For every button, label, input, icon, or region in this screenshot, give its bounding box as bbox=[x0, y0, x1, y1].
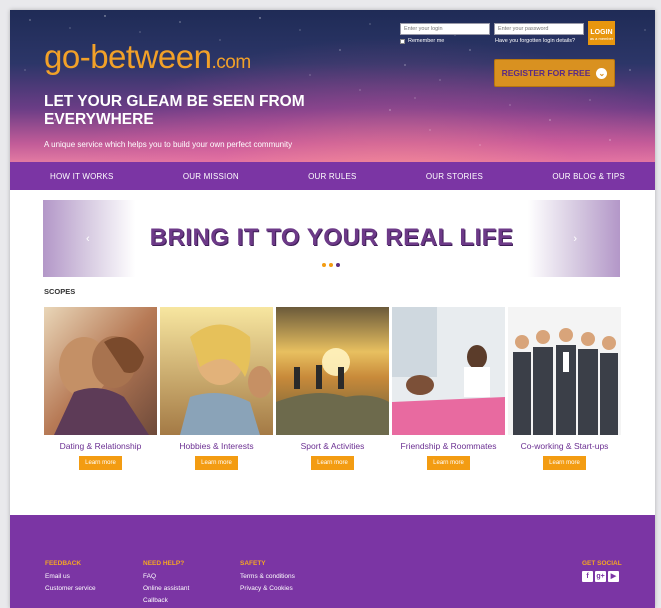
register-label: REGISTER FOR FREE bbox=[501, 68, 591, 78]
chevron-down-icon: ⌄ bbox=[596, 67, 608, 79]
slider-dots bbox=[322, 263, 340, 267]
nav-our-stories[interactable]: OUR STORIES bbox=[426, 172, 483, 181]
scope-label: Hobbies & Interests bbox=[179, 441, 254, 451]
login-input[interactable] bbox=[400, 23, 490, 35]
login-button[interactable]: LOGIN as a member bbox=[588, 21, 615, 45]
facebook-icon[interactable]: f bbox=[582, 571, 593, 582]
youtube-icon[interactable]: ▶ bbox=[608, 571, 619, 582]
nav-our-rules[interactable]: OUR RULES bbox=[308, 172, 356, 181]
banner-next-arrow[interactable]: › bbox=[573, 233, 577, 245]
register-button[interactable]: REGISTER FOR FREE ⌄ bbox=[494, 59, 615, 87]
footer-heading: NEED HELP? bbox=[143, 560, 185, 567]
footer-heading: SAFETY bbox=[240, 560, 266, 567]
footer-heading: FEEDBACK bbox=[45, 560, 82, 567]
main-nav: HOW IT WORKS OUR MISSION OUR RULES OUR S… bbox=[10, 162, 655, 190]
scope-card-friendship: Friendship & Roommates Learn more bbox=[392, 307, 505, 472]
scope-card-sport: Sport & Activities Learn more bbox=[276, 307, 389, 472]
remember-me-checkbox[interactable] bbox=[400, 38, 405, 44]
footer-link-privacy[interactable]: Privacy & Cookies bbox=[240, 583, 295, 595]
scope-label: Sport & Activities bbox=[300, 441, 365, 451]
slider-dot[interactable] bbox=[322, 263, 326, 267]
footer-help: NEED HELP? FAQ Online assistant Callback bbox=[143, 560, 189, 607]
footer-link-callback[interactable]: Callback bbox=[143, 595, 189, 607]
dating-photo[interactable] bbox=[44, 307, 157, 435]
friendship-photo[interactable] bbox=[392, 307, 505, 435]
hero-header: go-between.com Remember me Have you forg… bbox=[10, 10, 655, 162]
footer-link-terms[interactable]: Terms & conditions bbox=[240, 571, 295, 583]
scope-label: Friendship & Roommates bbox=[400, 441, 497, 451]
learn-more-button[interactable]: Learn more bbox=[427, 456, 470, 470]
learn-more-button[interactable]: Learn more bbox=[311, 456, 354, 470]
scope-card-hobbies: Hobbies & Interests Learn more bbox=[160, 307, 273, 472]
hobbies-photo[interactable] bbox=[160, 307, 273, 435]
footer-link-online-assistant[interactable]: Online assistant bbox=[143, 583, 189, 595]
footer-link-faq[interactable]: FAQ bbox=[143, 571, 189, 583]
page: go-between.com Remember me Have you forg… bbox=[10, 10, 655, 608]
coworking-photo[interactable] bbox=[508, 307, 621, 435]
footer: FEEDBACK Email us Customer service NEED … bbox=[10, 515, 655, 608]
learn-more-button[interactable]: Learn more bbox=[79, 456, 122, 470]
password-input[interactable] bbox=[494, 23, 584, 35]
footer-link-email-us[interactable]: Email us bbox=[45, 571, 96, 583]
scopes-heading: SCOPES bbox=[44, 287, 76, 296]
slider-dot[interactable] bbox=[329, 263, 333, 267]
footer-safety: SAFETY Terms & conditions Privacy & Cook… bbox=[240, 560, 295, 595]
nav-how-it-works[interactable]: HOW IT WORKS bbox=[50, 172, 114, 181]
banner-text: BRING IT TO YOUR REAL LIFE bbox=[149, 224, 514, 251]
footer-feedback: FEEDBACK Email us Customer service bbox=[45, 560, 96, 595]
footer-social: GET SOCIAL f g+ ▶ bbox=[582, 560, 622, 582]
remember-me-label: Remember me bbox=[408, 38, 445, 44]
slider-dot[interactable] bbox=[336, 263, 340, 267]
sport-photo[interactable] bbox=[276, 307, 389, 435]
nav-our-blog-tips[interactable]: OUR BLOG & TIPS bbox=[552, 172, 625, 181]
remember-me[interactable]: Remember me bbox=[400, 38, 444, 44]
hero-subtitle: A unique service which helps you to buil… bbox=[44, 140, 293, 149]
learn-more-button[interactable]: Learn more bbox=[195, 456, 238, 470]
scope-card-coworking: Co-working & Start-ups Learn more bbox=[508, 307, 621, 472]
footer-heading: GET SOCIAL bbox=[582, 560, 622, 567]
learn-more-button[interactable]: Learn more bbox=[543, 456, 586, 470]
scope-label: Co-working & Start-ups bbox=[520, 441, 609, 451]
nav-our-mission[interactable]: OUR MISSION bbox=[183, 172, 239, 181]
footer-link-customer-service[interactable]: Customer service bbox=[45, 583, 96, 595]
google-plus-icon[interactable]: g+ bbox=[595, 571, 606, 582]
scope-label: Dating & Relationship bbox=[59, 441, 142, 451]
hero-title: LET YOUR GLEAM BE SEEN FROM EVERYWHERE bbox=[44, 93, 305, 128]
scope-card-dating: Dating & Relationship Learn more bbox=[44, 307, 157, 472]
site-logo[interactable]: go-between.com bbox=[44, 38, 251, 76]
forgot-login-link[interactable]: Have you forgotten login details? bbox=[495, 38, 575, 44]
